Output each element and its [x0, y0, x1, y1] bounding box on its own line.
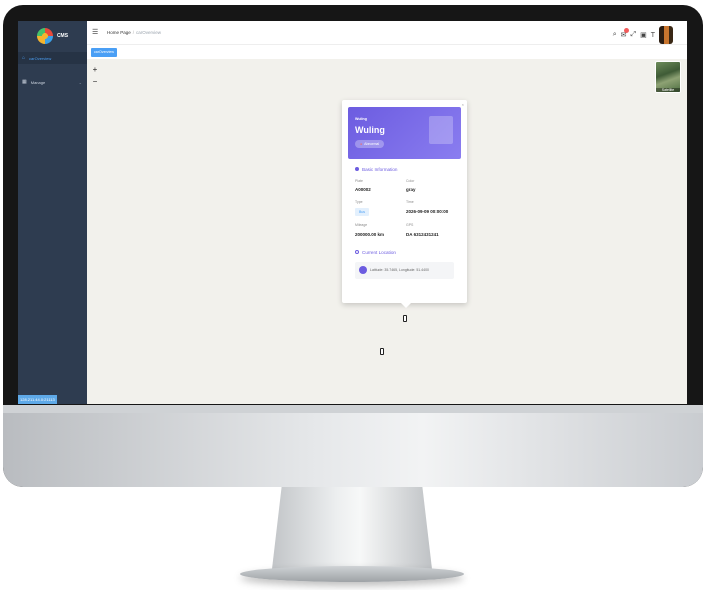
- basic-info-title: Basic Information: [362, 167, 398, 172]
- tags-view: carOverview: [87, 45, 687, 59]
- desktop-monitor-mockup: CMS ⌂ carOverview ▦ Manage ⌄ 128.211.44.…: [0, 0, 705, 590]
- menu-toggle-icon[interactable]: ☰: [92, 28, 98, 36]
- color-value: gray: [406, 187, 416, 192]
- font-size-icon[interactable]: T: [651, 32, 655, 39]
- monitor-chin-edge: [3, 405, 703, 413]
- vehicle-header-card: Wuling Wuling Abnormal: [348, 107, 461, 159]
- close-icon[interactable]: ×: [462, 102, 464, 107]
- basic-info-heading: Basic Information: [355, 167, 398, 172]
- time-label: Time: [406, 200, 414, 204]
- vehicle-marker[interactable]: [403, 315, 407, 322]
- avatar[interactable]: [659, 26, 673, 44]
- sidebar-item-caroverview[interactable]: ⌂ carOverview: [18, 52, 87, 64]
- tab-caroverview[interactable]: carOverview: [91, 48, 117, 57]
- mileage-value: 200000.00 km: [355, 232, 385, 237]
- breadcrumb-home[interactable]: Home Page: [107, 30, 131, 35]
- location-coordinates: Latitude: 35.7465, Longitude: 51.4400: [370, 268, 429, 272]
- vehicle-brand-small: Wuling: [355, 117, 367, 121]
- monitor-stand: [272, 487, 432, 569]
- color-label: Color: [406, 179, 415, 183]
- fullscreen-icon[interactable]: ⤢: [630, 31, 636, 39]
- grid-icon: ▦: [22, 79, 27, 85]
- vehicle-marker[interactable]: [380, 348, 384, 355]
- breadcrumb-separator: /: [132, 30, 135, 35]
- vehicle-info-popup: × Wuling Wuling Abnormal Basic Informati…: [342, 100, 467, 308]
- top-header: ☰ Home Page / carOverview ⌕ ✉ ⤢ ▣ T: [87, 21, 687, 45]
- logo-icon: [36, 28, 53, 44]
- app-screen: CMS ⌂ carOverview ▦ Manage ⌄ 128.211.44.…: [18, 21, 687, 404]
- sidebar-item-manage[interactable]: ▦ Manage ⌄: [18, 76, 87, 88]
- current-location-heading: Current Location: [355, 250, 396, 255]
- breadcrumb: Home Page / carOverview: [107, 30, 161, 35]
- vehicle-image-placeholder: [429, 116, 453, 144]
- status-badge: Abnormal: [355, 140, 385, 148]
- satellite-label: Satellite: [656, 88, 680, 92]
- gps-label: GPS: [406, 223, 414, 227]
- monitor-chin: [3, 405, 703, 487]
- location-box: Latitude: 35.7465, Longitude: 51.4400: [355, 262, 454, 279]
- mileage-label: Mileage: [355, 223, 368, 227]
- app-logo[interactable]: CMS: [18, 21, 87, 51]
- notification-badge: [624, 28, 630, 33]
- gps-value: DA 6312431241: [406, 232, 439, 237]
- monitor-stand-base: [240, 566, 464, 582]
- vehicle-brand-title: Wuling: [355, 125, 385, 135]
- zoom-in-button[interactable]: +: [91, 66, 99, 74]
- server-address: 128.211.44.0:21113: [18, 395, 57, 404]
- type-label: Type: [355, 200, 363, 204]
- message-icon[interactable]: ✉: [621, 28, 630, 39]
- breadcrumb-current: carOverview: [136, 30, 162, 35]
- section-ring-icon: [355, 250, 359, 254]
- search-icon[interactable]: ⌕: [613, 31, 617, 39]
- current-location-title: Current Location: [362, 250, 396, 255]
- section-dot-icon: [355, 167, 359, 171]
- type-value: Bus: [355, 208, 370, 216]
- plate-value: A00002: [355, 187, 371, 192]
- header-actions: ⌕ ✉ ⤢ ▣ T: [613, 26, 673, 44]
- chevron-down-icon: ⌄: [78, 79, 82, 85]
- sidebar: CMS ⌂ carOverview ▦ Manage ⌄ 128.211.44.…: [18, 21, 87, 404]
- zoom-out-button[interactable]: −: [91, 78, 99, 86]
- layout-icon[interactable]: ▣: [640, 31, 647, 39]
- time-value: 2026-09-09 00:00:00: [406, 209, 449, 214]
- plate-label: Plate: [355, 179, 363, 183]
- sidebar-item-label: carOverview: [29, 55, 52, 61]
- app-name: CMS: [56, 33, 69, 39]
- home-icon: ⌂: [22, 55, 26, 61]
- sidebar-item-label: Manage: [30, 79, 46, 85]
- location-pin-icon: [359, 266, 367, 274]
- satellite-layer-toggle[interactable]: Satellite: [655, 61, 681, 93]
